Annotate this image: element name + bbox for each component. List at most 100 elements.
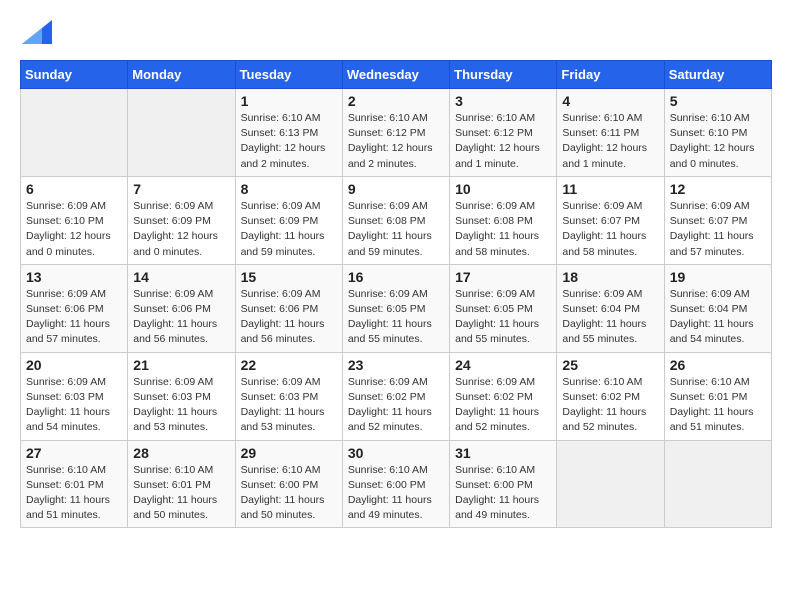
day-number: 17 bbox=[455, 269, 551, 285]
day-info: Sunrise: 6:09 AMSunset: 6:09 PMDaylight:… bbox=[133, 200, 218, 258]
calendar-cell: 26 Sunrise: 6:10 AMSunset: 6:01 PMDayligh… bbox=[664, 352, 771, 440]
day-number: 1 bbox=[241, 93, 337, 109]
day-info: Sunrise: 6:09 AMSunset: 6:07 PMDaylight:… bbox=[670, 200, 754, 258]
day-info: Sunrise: 6:09 AMSunset: 6:06 PMDaylight:… bbox=[26, 288, 110, 346]
day-info: Sunrise: 6:10 AMSunset: 6:10 PMDaylight:… bbox=[670, 112, 755, 170]
calendar-cell: 5Sunrise: 6:10 AMSunset: 6:10 PMDaylight… bbox=[664, 89, 771, 177]
calendar-week-3: 13 Sunrise: 6:09 AMSunset: 6:06 PMDayligh… bbox=[21, 264, 772, 352]
calendar-cell: 2 Sunrise: 6:10 AMSunset: 6:12 PMDaylight… bbox=[342, 89, 449, 177]
day-number: 19 bbox=[670, 269, 766, 285]
calendar-cell: 19 Sunrise: 6:09 AMSunset: 6:04 PMDayligh… bbox=[664, 264, 771, 352]
day-number: 22 bbox=[241, 357, 337, 373]
day-info: Sunrise: 6:09 AMSunset: 6:03 PMDaylight:… bbox=[26, 376, 110, 434]
calendar-cell: 31Sunrise: 6:10 AMSunset: 6:00 PMDayligh… bbox=[450, 440, 557, 528]
day-number: 20 bbox=[26, 357, 122, 373]
day-info: Sunrise: 6:10 AMSunset: 6:02 PMDaylight:… bbox=[562, 376, 646, 434]
calendar-cell: 18 Sunrise: 6:09 AMSunset: 6:04 PMDayligh… bbox=[557, 264, 664, 352]
calendar-cell: 24 Sunrise: 6:09 AMSunset: 6:02 PMDayligh… bbox=[450, 352, 557, 440]
calendar-cell: 14 Sunrise: 6:09 AMSunset: 6:06 PMDayligh… bbox=[128, 264, 235, 352]
calendar-cell: 1 Sunrise: 6:10 AMSunset: 6:13 PMDaylight… bbox=[235, 89, 342, 177]
day-number: 18 bbox=[562, 269, 658, 285]
day-info: Sunrise: 6:09 AMSunset: 6:03 PMDaylight:… bbox=[133, 376, 217, 434]
day-header-monday: Monday bbox=[128, 61, 235, 89]
day-info: Sunrise: 6:10 AMSunset: 6:00 PMDaylight:… bbox=[241, 464, 325, 522]
calendar-cell: 25Sunrise: 6:10 AMSunset: 6:02 PMDayligh… bbox=[557, 352, 664, 440]
calendar-cell: 4 Sunrise: 6:10 AMSunset: 6:11 PMDaylight… bbox=[557, 89, 664, 177]
day-info: Sunrise: 6:09 AMSunset: 6:04 PMDaylight:… bbox=[562, 288, 646, 346]
day-number: 23 bbox=[348, 357, 444, 373]
day-number: 21 bbox=[133, 357, 229, 373]
day-number: 4 bbox=[562, 93, 658, 109]
logo bbox=[20, 20, 54, 50]
day-info: Sunrise: 6:09 AMSunset: 6:04 PMDaylight:… bbox=[670, 288, 754, 346]
day-info: Sunrise: 6:09 AMSunset: 6:06 PMDaylight:… bbox=[133, 288, 217, 346]
calendar-cell: 28 Sunrise: 6:10 AMSunset: 6:01 PMDayligh… bbox=[128, 440, 235, 528]
day-number: 10 bbox=[455, 181, 551, 197]
day-number: 9 bbox=[348, 181, 444, 197]
day-info: Sunrise: 6:09 AMSunset: 6:03 PMDaylight:… bbox=[241, 376, 325, 434]
calendar-cell: 22 Sunrise: 6:09 AMSunset: 6:03 PMDayligh… bbox=[235, 352, 342, 440]
day-info: Sunrise: 6:09 AMSunset: 6:02 PMDaylight:… bbox=[348, 376, 432, 434]
calendar-cell: 9 Sunrise: 6:09 AMSunset: 6:08 PMDaylight… bbox=[342, 176, 449, 264]
calendar-table: SundayMondayTuesdayWednesdayThursdayFrid… bbox=[20, 60, 772, 528]
day-info: Sunrise: 6:09 AMSunset: 6:02 PMDaylight:… bbox=[455, 376, 539, 434]
logo-text bbox=[20, 20, 52, 50]
day-info: Sunrise: 6:09 AMSunset: 6:09 PMDaylight:… bbox=[241, 200, 325, 258]
day-header-saturday: Saturday bbox=[664, 61, 771, 89]
day-header-thursday: Thursday bbox=[450, 61, 557, 89]
calendar-cell: 13 Sunrise: 6:09 AMSunset: 6:06 PMDayligh… bbox=[21, 264, 128, 352]
day-number: 26 bbox=[670, 357, 766, 373]
day-header-sunday: Sunday bbox=[21, 61, 128, 89]
day-number: 6 bbox=[26, 181, 122, 197]
day-info: Sunrise: 6:09 AMSunset: 6:07 PMDaylight:… bbox=[562, 200, 646, 258]
calendar-cell: 27 Sunrise: 6:10 AMSunset: 6:01 PMDayligh… bbox=[21, 440, 128, 528]
calendar-cell bbox=[557, 440, 664, 528]
calendar-cell: 7 Sunrise: 6:09 AMSunset: 6:09 PMDaylight… bbox=[128, 176, 235, 264]
day-number: 30 bbox=[348, 445, 444, 461]
day-header-friday: Friday bbox=[557, 61, 664, 89]
calendar-cell: 17 Sunrise: 6:09 AMSunset: 6:05 PMDayligh… bbox=[450, 264, 557, 352]
day-number: 14 bbox=[133, 269, 229, 285]
calendar-header: SundayMondayTuesdayWednesdayThursdayFrid… bbox=[21, 61, 772, 89]
day-number: 15 bbox=[241, 269, 337, 285]
day-info: Sunrise: 6:10 AMSunset: 6:00 PMDaylight:… bbox=[348, 464, 432, 522]
day-number: 7 bbox=[133, 181, 229, 197]
day-number: 2 bbox=[348, 93, 444, 109]
day-number: 24 bbox=[455, 357, 551, 373]
calendar-cell: 21 Sunrise: 6:09 AMSunset: 6:03 PMDayligh… bbox=[128, 352, 235, 440]
day-number: 13 bbox=[26, 269, 122, 285]
calendar-cell: 3 Sunrise: 6:10 AMSunset: 6:12 PMDaylight… bbox=[450, 89, 557, 177]
day-number: 3 bbox=[455, 93, 551, 109]
day-info: Sunrise: 6:09 AMSunset: 6:08 PMDaylight:… bbox=[348, 200, 432, 258]
calendar-week-2: 6 Sunrise: 6:09 AMSunset: 6:10 PMDaylight… bbox=[21, 176, 772, 264]
day-info: Sunrise: 6:10 AMSunset: 6:12 PMDaylight:… bbox=[455, 112, 540, 170]
day-header-tuesday: Tuesday bbox=[235, 61, 342, 89]
calendar-cell bbox=[128, 89, 235, 177]
day-number: 28 bbox=[133, 445, 229, 461]
calendar-cell: 6 Sunrise: 6:09 AMSunset: 6:10 PMDaylight… bbox=[21, 176, 128, 264]
day-info: Sunrise: 6:10 AMSunset: 6:01 PMDaylight:… bbox=[133, 464, 217, 522]
day-number: 27 bbox=[26, 445, 122, 461]
calendar-cell: 12 Sunrise: 6:09 AMSunset: 6:07 PMDayligh… bbox=[664, 176, 771, 264]
calendar-cell bbox=[664, 440, 771, 528]
day-info: Sunrise: 6:09 AMSunset: 6:10 PMDaylight:… bbox=[26, 200, 111, 258]
calendar-cell: 20 Sunrise: 6:09 AMSunset: 6:03 PMDayligh… bbox=[21, 352, 128, 440]
day-info: Sunrise: 6:10 AMSunset: 6:01 PMDaylight:… bbox=[26, 464, 110, 522]
day-info: Sunrise: 6:10 AMSunset: 6:00 PMDaylight:… bbox=[455, 464, 539, 522]
day-header-wednesday: Wednesday bbox=[342, 61, 449, 89]
calendar-cell: 30 Sunrise: 6:10 AMSunset: 6:00 PMDayligh… bbox=[342, 440, 449, 528]
day-info: Sunrise: 6:10 AMSunset: 6:13 PMDaylight:… bbox=[241, 112, 326, 170]
page-header bbox=[20, 20, 772, 50]
day-number: 29 bbox=[241, 445, 337, 461]
day-info: Sunrise: 6:09 AMSunset: 6:05 PMDaylight:… bbox=[455, 288, 539, 346]
calendar-cell: 10 Sunrise: 6:09 AMSunset: 6:08 PMDayligh… bbox=[450, 176, 557, 264]
day-info: Sunrise: 6:10 AMSunset: 6:01 PMDaylight:… bbox=[670, 376, 754, 434]
day-info: Sunrise: 6:10 AMSunset: 6:12 PMDaylight:… bbox=[348, 112, 433, 170]
day-info: Sunrise: 6:09 AMSunset: 6:08 PMDaylight:… bbox=[455, 200, 539, 258]
calendar-cell bbox=[21, 89, 128, 177]
day-number: 8 bbox=[241, 181, 337, 197]
day-info: Sunrise: 6:09 AMSunset: 6:05 PMDaylight:… bbox=[348, 288, 432, 346]
day-number: 12 bbox=[670, 181, 766, 197]
day-info: Sunrise: 6:10 AMSunset: 6:11 PMDaylight:… bbox=[562, 112, 647, 170]
logo-icon bbox=[22, 20, 52, 44]
